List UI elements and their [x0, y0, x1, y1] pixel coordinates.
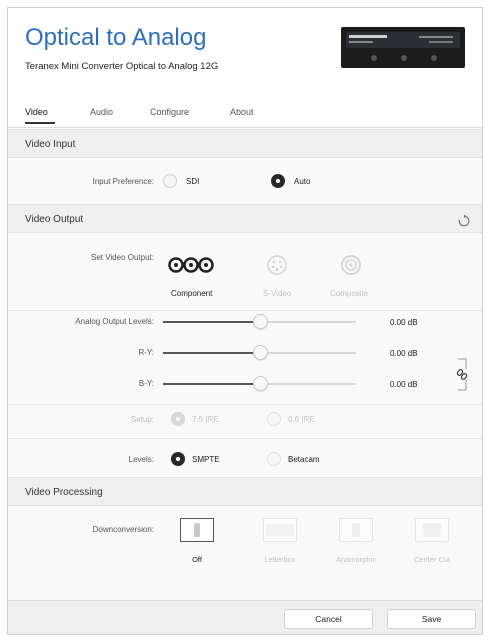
- component-connector-icon[interactable]: [168, 256, 214, 274]
- cancel-button[interactable]: Cancel: [284, 609, 373, 629]
- downconversion-anamorphic-label: Anamorphic: [335, 555, 377, 564]
- active-tab-indicator: [25, 122, 55, 124]
- section-title: Video Output: [25, 214, 84, 225]
- input-preference-label: Input Preference:: [92, 177, 154, 186]
- radio-0-0-ire[interactable]: [267, 412, 281, 426]
- header: Optical to Analog Teranex Mini Converter…: [8, 8, 482, 96]
- tab-configure[interactable]: Configure: [150, 107, 189, 117]
- tab-about[interactable]: About: [230, 107, 254, 117]
- radio-smpte[interactable]: [171, 452, 185, 466]
- b-y-knob[interactable]: [253, 376, 268, 391]
- section-video-input: Video Input: [8, 129, 482, 158]
- composite-label: Composite: [330, 289, 369, 298]
- section-video-processing: Video Processing: [8, 477, 482, 506]
- tab-video[interactable]: Video: [25, 107, 48, 117]
- device-subtitle: Teranex Mini Converter Optical to Analog…: [25, 61, 219, 72]
- section-title: Video Input: [25, 139, 76, 150]
- footer: Cancel Save: [8, 600, 482, 634]
- radio-sdi[interactable]: [163, 174, 177, 188]
- setup-label: Setup:: [130, 415, 154, 424]
- set-video-output-label: Set Video Output:: [90, 253, 154, 262]
- r-y-value: 0.00 dB: [390, 349, 418, 358]
- downconversion-off-label: Off: [192, 555, 202, 564]
- tab-audio[interactable]: Audio: [90, 107, 113, 117]
- downconversion-center-cut-label: Center Cut: [413, 555, 451, 564]
- link-chain-icon[interactable]: [455, 357, 469, 392]
- downconversion-anamorphic-option[interactable]: [339, 518, 373, 542]
- downconversion-center-cut-option[interactable]: [415, 518, 449, 542]
- downconversion-label: Downconversion:: [92, 525, 154, 534]
- s-video-label: S-Video: [263, 289, 292, 298]
- b-y-value: 0.00 dB: [390, 380, 418, 389]
- b-y-label: B-Y:: [138, 379, 154, 388]
- radio-7-5-ire[interactable]: [171, 412, 185, 426]
- radio-0-0-ire-label: 0.0 IRE: [288, 415, 315, 424]
- radio-sdi-label: SDI: [186, 177, 200, 186]
- device-thumbnail: [341, 27, 465, 68]
- reset-icon[interactable]: [457, 214, 471, 228]
- s-video-connector-icon[interactable]: [266, 254, 288, 276]
- radio-betacam-label: Betacam: [288, 455, 320, 464]
- downconversion-letterbox-label: Letterbox: [264, 555, 296, 564]
- downconversion-off-option[interactable]: [180, 518, 214, 542]
- component-label: Component: [171, 289, 213, 298]
- downconversion-letterbox-option[interactable]: [263, 518, 297, 542]
- composite-connector-icon[interactable]: [340, 254, 362, 276]
- tab-bar: Video Audio Configure About: [8, 96, 482, 128]
- section-title: Video Processing: [25, 487, 103, 498]
- r-y-knob[interactable]: [253, 345, 268, 360]
- radio-auto-label: Auto: [294, 177, 311, 186]
- radio-betacam[interactable]: [267, 452, 281, 466]
- r-y-label: R-Y:: [138, 348, 154, 357]
- radio-auto[interactable]: [271, 174, 285, 188]
- analog-output-levels-knob[interactable]: [253, 314, 268, 329]
- radio-7-5-ire-label: 7.5 IRE: [192, 415, 219, 424]
- section-video-output: Video Output: [8, 204, 482, 233]
- page-title: Optical to Analog: [25, 24, 207, 51]
- save-button[interactable]: Save: [387, 609, 476, 629]
- settings-panel: Optical to Analog Teranex Mini Converter…: [7, 7, 483, 635]
- analog-output-levels-value: 0.00 dB: [390, 318, 418, 327]
- radio-smpte-label: SMPTE: [192, 455, 220, 464]
- analog-output-levels-label: Analog Output Levels:: [75, 317, 154, 326]
- levels-label: Levels:: [128, 455, 154, 464]
